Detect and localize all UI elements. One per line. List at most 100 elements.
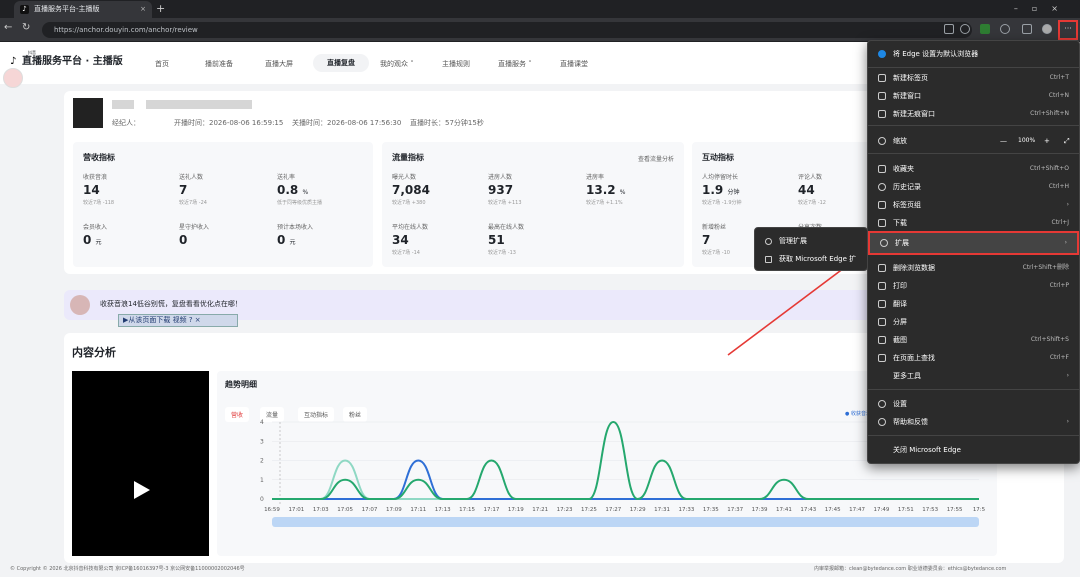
favorite-star-icon[interactable] (960, 24, 970, 34)
nav-services[interactable]: 直播服务 ˅ (498, 59, 532, 69)
edge-logo-icon (878, 50, 886, 58)
metric-interaction-0: 人均停留时长 1.9 分钟 较近7场 -1.9分钟 (702, 174, 742, 206)
menu-history[interactable]: 历史记录 Ctrl+H (868, 178, 1079, 196)
menu-find[interactable]: 在页面上查找 Ctrl+F (868, 349, 1079, 367)
profile-avatar-icon[interactable] (1042, 24, 1052, 34)
menu-zoom[interactable]: 缩放 —100% + ⤢ (868, 132, 1079, 150)
extensions-submenu: 管理扩展 获取 Microsoft Edge 扩 (754, 227, 868, 271)
start-time: 开播时间：2026-08-06 16:59:15 (174, 119, 284, 127)
menu-print[interactable]: 打印 Ctrl+P (868, 277, 1079, 295)
revenue-title: 营收指标 (83, 153, 115, 162)
zoom-in-button[interactable]: + (1044, 132, 1050, 150)
x-tick-label: 17:13 (435, 507, 451, 513)
reader-icon[interactable] (944, 24, 954, 34)
x-tick-label: 17:47 (849, 507, 865, 513)
submenu-manage-extensions[interactable]: 管理扩展 (779, 236, 807, 246)
nav-rules[interactable]: 主播规则 (442, 59, 470, 69)
menu-close-edge[interactable]: 关闭 Microsoft Edge (868, 441, 1079, 459)
tip-text: 收获音浪14低谷别慌，复盘看看优化点在哪！ (100, 300, 242, 308)
address-input[interactable]: https://anchor.douyin.com/anchor/review (42, 22, 972, 38)
address-bar-row: ← ↻ https://anchor.douyin.com/anchor/rev… (0, 18, 1080, 42)
zoom-out-button[interactable]: — (1000, 132, 1007, 150)
collections-icon[interactable] (1022, 24, 1032, 34)
x-tick-label: 17:07 (362, 507, 378, 513)
refresh-extension-icon[interactable] (1000, 24, 1010, 34)
back-icon[interactable]: ← (4, 22, 12, 33)
menu-more-tools[interactable]: 更多工具 › (868, 367, 1079, 385)
submenu-get-extensions[interactable]: 获取 Microsoft Edge 扩 (779, 254, 867, 264)
agent-label: 经纪人： (112, 119, 140, 127)
get-extensions-icon (765, 256, 772, 263)
nav-home[interactable]: 首页 (155, 59, 169, 69)
refresh-icon[interactable]: ↻ (22, 22, 30, 33)
metric-revenue-0: 收获音浪 14 较近7场 -118 (83, 174, 115, 206)
x-tick-label: 17:19 (508, 507, 524, 513)
y-tick-label: 3 (260, 438, 264, 445)
metric-traffic-1: 进房人数 937 较近7场 +113 (488, 174, 522, 206)
new-tab-button[interactable]: + (156, 0, 165, 17)
play-icon[interactable] (134, 481, 150, 499)
tab-close-icon[interactable]: × (140, 1, 146, 18)
menu-favorites[interactable]: 收藏夹 Ctrl+Shift+O (868, 160, 1079, 178)
new-window-icon (878, 92, 886, 100)
nav-screen[interactable]: 直播大屏 (265, 59, 293, 69)
inprivate-icon (878, 110, 886, 118)
menu-new-tab[interactable]: 新建标签页 Ctrl+T (868, 69, 1079, 87)
menu-translate[interactable]: 翻译 (868, 295, 1079, 313)
x-tick-label: 17:05 (337, 507, 353, 513)
menu-new-window[interactable]: 新建窗口 Ctrl+N (868, 87, 1079, 105)
settings-more-button[interactable]: ··· (1058, 20, 1078, 40)
range-slider[interactable] (272, 517, 979, 527)
x-tick-label: 17:01 (288, 507, 304, 513)
nav-review-active[interactable]: 直播复盘 (313, 54, 369, 72)
x-tick-label: 17:53 (922, 507, 938, 513)
menu-settings[interactable]: 设置 (868, 395, 1079, 413)
x-tick-label: 17:49 (874, 507, 890, 513)
user-avatar[interactable] (3, 68, 23, 88)
y-tick-label: 4 (260, 419, 264, 426)
tab-bar: ♪ 直播服务平台-主播版 × + –▫× (0, 0, 1080, 18)
tab-groups-icon (878, 201, 886, 209)
menu-split-screen[interactable]: 分屏 (868, 313, 1079, 331)
manage-extensions-icon (765, 238, 772, 245)
x-tick-label: 17:23 (557, 507, 573, 513)
traffic-analysis-link[interactable]: 查看流量分析 (638, 154, 674, 163)
menu-help[interactable]: 帮助和反馈 › (868, 413, 1079, 431)
fullscreen-icon[interactable]: ⤢ (1064, 132, 1070, 150)
menu-tab-groups[interactable]: 标签页组 › (868, 196, 1079, 214)
x-tick-label: 17:21 (532, 507, 548, 513)
extension-icon[interactable] (980, 24, 990, 34)
menu-inprivate[interactable]: 新建无痕窗口 Ctrl+Shift+N (868, 105, 1079, 123)
logo-small-text: 抖音 (28, 50, 36, 55)
nav-courses[interactable]: 直播课堂 (560, 59, 588, 69)
download-icon (878, 219, 886, 227)
browser-tab[interactable]: ♪ 直播服务平台-主播版 × (14, 1, 152, 18)
trash-icon (878, 264, 886, 272)
nav-audience[interactable]: 我的观众 ˅ (380, 59, 414, 69)
content-analysis-title: 内容分析 (72, 346, 116, 359)
anchor-thumbnail (73, 98, 103, 128)
menu-extensions[interactable]: 扩展 › (868, 231, 1079, 255)
extensions-icon (880, 239, 888, 247)
x-tick-label: 17:29 (630, 507, 646, 513)
replay-video[interactable] (72, 371, 209, 556)
metric-revenue-5: 预计本场收入 0 元 (277, 224, 314, 247)
edge-settings-menu: 将 Edge 设置为默认浏览器 新建标签页 Ctrl+T 新建窗口 Ctrl+N 新… (867, 40, 1080, 464)
metric-traffic-3: 平均在线人数 34 较近7场 -14 (392, 224, 429, 256)
revenue-section: 营收指标 收获音浪 14 较近7场 -118 送礼人数 7 较近7场 -24 送礼率 0.… (73, 142, 373, 267)
menu-downloads[interactable]: 下载 Ctrl+J (868, 214, 1079, 232)
video-download-bar[interactable]: ▶从该页面下载 视频 ? × (118, 314, 238, 327)
x-tick-label: 17:41 (776, 507, 792, 513)
platform-logo[interactable]: 抖音 ♪ 直播服务平台 · 主播版 (10, 50, 123, 67)
window-controls[interactable]: –▫× (1014, 0, 1072, 17)
douyin-logo-icon: ♪ (10, 56, 17, 67)
douyin-favicon-icon: ♪ (20, 5, 29, 14)
menu-clear-data[interactable]: 删除浏览数据 Ctrl+Shift+删除 (868, 259, 1079, 277)
chart-legend: ● 收获音浪 (845, 411, 869, 417)
nav-prep[interactable]: 播前准备 (205, 59, 233, 69)
metric-revenue-1: 送礼人数 7 较近7场 -24 (179, 174, 207, 206)
menu-set-default[interactable]: 将 Edge 设置为默认浏览器 (868, 45, 1079, 63)
y-tick-label: 0 (260, 496, 264, 503)
menu-screenshot[interactable]: 截图 Ctrl+Shift+S (868, 331, 1079, 349)
x-tick-label: 17:43 (800, 507, 816, 513)
